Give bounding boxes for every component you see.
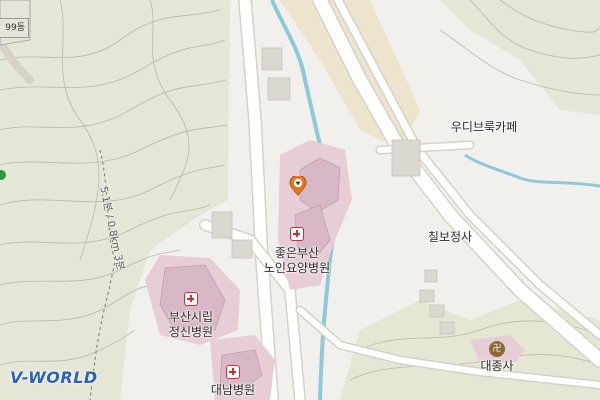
poi-label-temple[interactable]: 칠보정사 <box>428 230 472 245</box>
poi-label-hospital-2-text: 부산시립 정신병원 <box>168 310 214 339</box>
building-number-label: 99동 <box>0 18 29 38</box>
stream-east <box>464 153 600 188</box>
poi-label-hospital-1[interactable]: 좋은부산 노인요양병원 <box>264 246 330 276</box>
poi-label-temple-2[interactable]: 대종사 <box>480 359 513 374</box>
temple-icon[interactable]: 卍 <box>489 341 505 357</box>
map-view[interactable]: 99동 5.1분 / 0.8km 3분 우디브룩카페 칠보정사 좋은부산 노인요… <box>0 0 600 400</box>
map-pin-icon[interactable] <box>289 176 307 196</box>
hospital-icon[interactable] <box>226 365 240 379</box>
hospital-icon[interactable] <box>184 292 198 306</box>
poi-label-hospital-2[interactable]: 부산시립 정신병원 <box>169 310 213 340</box>
hospital-icon[interactable] <box>290 227 304 241</box>
hill-area-east <box>440 0 600 115</box>
poi-label-hospital-1-text: 좋은부산 노인요양병원 <box>263 246 331 275</box>
map-base-layer <box>0 0 600 400</box>
poi-label-hospital-3[interactable]: 대남병원 <box>211 383 255 398</box>
poi-label-cafe[interactable]: 우디브룩카페 <box>451 120 517 135</box>
provider-logo: V-WORLD <box>10 368 98 387</box>
